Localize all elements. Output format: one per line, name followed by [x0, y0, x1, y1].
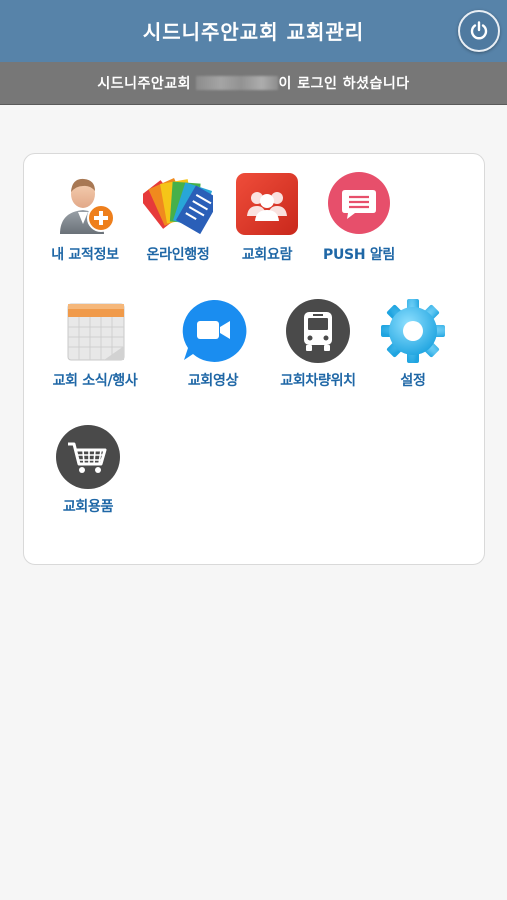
shopping-cart-icon	[56, 425, 120, 489]
menu-church-news[interactable]: 교회 소식/행사	[45, 298, 145, 390]
people-group-icon	[236, 173, 298, 235]
menu-label: 교회용품	[62, 499, 114, 515]
menu-label: 내 교적정보	[51, 247, 119, 263]
menu-label: 온라인행정	[146, 247, 210, 263]
menu-online-admin[interactable]: 온라인행정	[128, 172, 228, 264]
menu-vehicle-location[interactable]: 교회차량위치	[268, 298, 368, 390]
menu-church-goods[interactable]: 교회용품	[38, 424, 138, 516]
gear-icon	[381, 299, 445, 363]
power-button[interactable]	[458, 10, 500, 52]
menu-label: 설정	[400, 373, 426, 389]
menu-label: 교회요람	[241, 247, 293, 263]
menu-panel: 내 교적정보 온라인행정 교회요람 PUSH 알림 교회 소식/행사 교회영상 …	[23, 153, 485, 565]
login-status-bar: 시드니주안교회 이 로그인 하셨습니다	[0, 62, 507, 105]
menu-church-video[interactable]: 교회영상	[163, 298, 263, 390]
church-name: 시드니주안교회	[97, 76, 192, 92]
login-status-text: 시드니주안교회 이 로그인 하셨습니다	[0, 73, 507, 93]
menu-push-notification[interactable]: PUSH 알림	[309, 172, 409, 264]
app-title: 시드니주안교회 교회관리	[142, 20, 365, 44]
power-icon	[470, 21, 488, 40]
calendar-icon	[67, 303, 125, 361]
message-icon	[328, 172, 390, 234]
menu-label: 교회영상	[187, 373, 239, 389]
menu-label: 교회차량위치	[280, 373, 356, 389]
menu-label: PUSH 알림	[323, 247, 395, 263]
menu-label: 교회 소식/행사	[52, 373, 138, 389]
bus-icon	[286, 299, 350, 363]
video-camera-icon	[182, 299, 247, 362]
documents-icon	[143, 177, 213, 235]
redacted-username	[196, 76, 279, 90]
menu-church-directory[interactable]: 교회요람	[217, 172, 317, 264]
menu-settings[interactable]: 설정	[363, 298, 463, 390]
app-header: 시드니주안교회 교회관리	[0, 0, 507, 63]
menu-my-info[interactable]: 내 교적정보	[35, 172, 135, 264]
user-add-icon	[60, 178, 115, 234]
login-suffix: 이 로그인 하셨습니다	[278, 76, 410, 92]
